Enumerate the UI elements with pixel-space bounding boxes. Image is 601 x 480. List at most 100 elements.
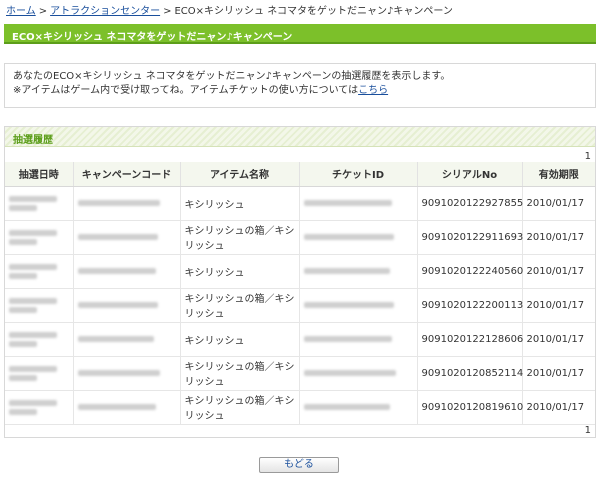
redacted-text	[303, 302, 394, 308]
ticket-id-cell	[299, 322, 418, 357]
table-row: キシリッシュの箱／キシリッシュ 9091020122911693 2010/01…	[5, 220, 595, 255]
serial-no-cell: 9091020120819610	[417, 390, 523, 425]
draw-date-cell	[5, 288, 74, 323]
item-name-cell: キシリッシュ	[180, 186, 300, 221]
serial-no-cell: 9091020122240560	[417, 254, 523, 289]
breadcrumb-separator: >	[38, 6, 48, 17]
expiry-cell: 2010/01/17	[522, 288, 595, 323]
campaign-code-cell	[73, 254, 181, 289]
redacted-text	[9, 297, 57, 304]
breadcrumb-current: ECO×キシリッシュ ネコマタをゲットだニャン♪キャンペーン	[174, 6, 453, 17]
header-expiry: 有効期限	[522, 162, 595, 187]
pager-top[interactable]: 1	[585, 151, 591, 162]
expiry-cell: 2010/01/17	[522, 322, 595, 357]
help-link[interactable]: こちら	[358, 85, 388, 96]
ticket-id-cell	[299, 186, 418, 221]
ticket-id-cell	[299, 288, 418, 323]
table-row: キシリッシュ 9091020122128606 2010/01/17	[5, 322, 595, 357]
serial-no-cell: 9091020122911693	[417, 220, 523, 255]
draw-date-cell	[5, 390, 74, 425]
info-text-line2: ※アイテムはゲーム内で受け取ってね。アイテムチケットの使い方についてはこちら	[13, 84, 587, 98]
ticket-id-cell	[299, 220, 418, 255]
redacted-text	[9, 306, 37, 313]
campaign-code-cell	[73, 288, 181, 323]
info-text-line1: あなたのECO×キシリッシュ ネコマタをゲットだニャン♪キャンペーンの抽選履歴を…	[13, 71, 451, 82]
page-title: ECO×キシリッシュ ネコマタをゲットだニャン♪キャンペーン	[4, 24, 596, 44]
breadcrumb: ホーム > アトラクションセンター > ECO×キシリッシュ ネコマタをゲットだニャン♪…	[6, 2, 453, 17]
redacted-text	[77, 336, 154, 342]
section-title: 抽選履歴	[5, 127, 595, 147]
redacted-text	[9, 399, 57, 406]
expiry-cell: 2010/01/17	[522, 220, 595, 255]
redacted-text	[77, 404, 156, 410]
draw-date-cell	[5, 186, 74, 221]
item-name-cell: キシリッシュ	[180, 254, 300, 289]
expiry-cell: 2010/01/17	[522, 356, 595, 391]
item-name-cell: キシリッシュの箱／キシリッシュ	[180, 356, 300, 391]
redacted-text	[303, 234, 394, 240]
campaign-code-cell	[73, 322, 181, 357]
redacted-text	[303, 200, 392, 206]
redacted-text	[9, 340, 37, 347]
ticket-id-cell	[299, 254, 418, 289]
redacted-text	[77, 370, 160, 376]
draw-date-cell	[5, 356, 74, 391]
header-serial-no: シリアルNo	[417, 162, 523, 187]
redacted-text	[303, 268, 390, 274]
table-header-row: 抽選日時 キャンペーンコード アイテム名称 チケットID シリアルNo 有効期限	[5, 162, 595, 187]
item-name-cell: キシリッシュの箱／キシリッシュ	[180, 220, 300, 255]
redacted-text	[9, 374, 37, 381]
header-campaign-code: キャンペーンコード	[73, 162, 181, 187]
serial-no-cell: 9091020122128606	[417, 322, 523, 357]
redacted-text	[303, 370, 396, 376]
draw-date-cell	[5, 254, 74, 289]
campaign-code-cell	[73, 186, 181, 221]
header-draw-date: 抽選日時	[5, 162, 74, 187]
serial-no-cell: 9091020122927855	[417, 186, 523, 221]
expiry-cell: 2010/01/17	[522, 254, 595, 289]
redacted-text	[9, 408, 37, 415]
draw-date-cell	[5, 220, 74, 255]
expiry-cell: 2010/01/17	[522, 186, 595, 221]
redacted-text	[9, 263, 57, 270]
item-name-cell: キシリッシュ	[180, 322, 300, 357]
info-box: あなたのECO×キシリッシュ ネコマタをゲットだニャン♪キャンペーンの抽選履歴を…	[4, 63, 596, 108]
campaign-code-cell	[73, 390, 181, 425]
redacted-text	[9, 272, 37, 279]
header-item-name: アイテム名称	[180, 162, 300, 187]
table-row: キシリッシュの箱／キシリッシュ 9091020120852114 2010/01…	[5, 356, 595, 391]
expiry-cell: 2010/01/17	[522, 390, 595, 425]
serial-no-cell: 9091020120852114	[417, 356, 523, 391]
redacted-text	[77, 268, 156, 274]
campaign-code-cell	[73, 220, 181, 255]
history-section: 抽選履歴 1 抽選日時 キャンペーンコード アイテム名称 チケットID シリアル…	[4, 126, 596, 438]
redacted-text	[9, 195, 57, 202]
redacted-text	[303, 404, 390, 410]
table-row: キシリッシュ 9091020122927855 2010/01/17	[5, 186, 595, 221]
redacted-text	[9, 365, 57, 372]
redacted-text	[77, 234, 158, 240]
ticket-id-cell	[299, 390, 418, 425]
ticket-id-cell	[299, 356, 418, 391]
redacted-text	[77, 302, 158, 308]
redacted-text	[9, 204, 37, 211]
back-button[interactable]: もどる	[259, 457, 339, 473]
table-row: キシリッシュ 9091020122240560 2010/01/17	[5, 254, 595, 289]
campaign-code-cell	[73, 356, 181, 391]
item-name-cell: キシリッシュの箱／キシリッシュ	[180, 390, 300, 425]
table-row: キシリッシュの箱／キシリッシュ 9091020122200113 2010/01…	[5, 288, 595, 323]
redacted-text	[77, 200, 160, 206]
breadcrumb-separator: >	[163, 6, 172, 17]
info-text-prefix: ※アイテムはゲーム内で受け取ってね。アイテムチケットの使い方については	[13, 85, 359, 96]
redacted-text	[303, 336, 392, 342]
header-ticket-id: チケットID	[299, 162, 418, 187]
breadcrumb-attraction-center-link[interactable]: アトラクションセンター	[50, 6, 160, 17]
table-row: キシリッシュの箱／キシリッシュ 9091020120819610 2010/01…	[5, 390, 595, 425]
redacted-text	[9, 229, 57, 236]
item-name-cell: キシリッシュの箱／キシリッシュ	[180, 288, 300, 323]
serial-no-cell: 9091020122200113	[417, 288, 523, 323]
pager-bottom[interactable]: 1	[585, 425, 591, 436]
breadcrumb-home-link[interactable]: ホーム	[6, 6, 36, 17]
draw-date-cell	[5, 322, 74, 357]
redacted-text	[9, 238, 37, 245]
